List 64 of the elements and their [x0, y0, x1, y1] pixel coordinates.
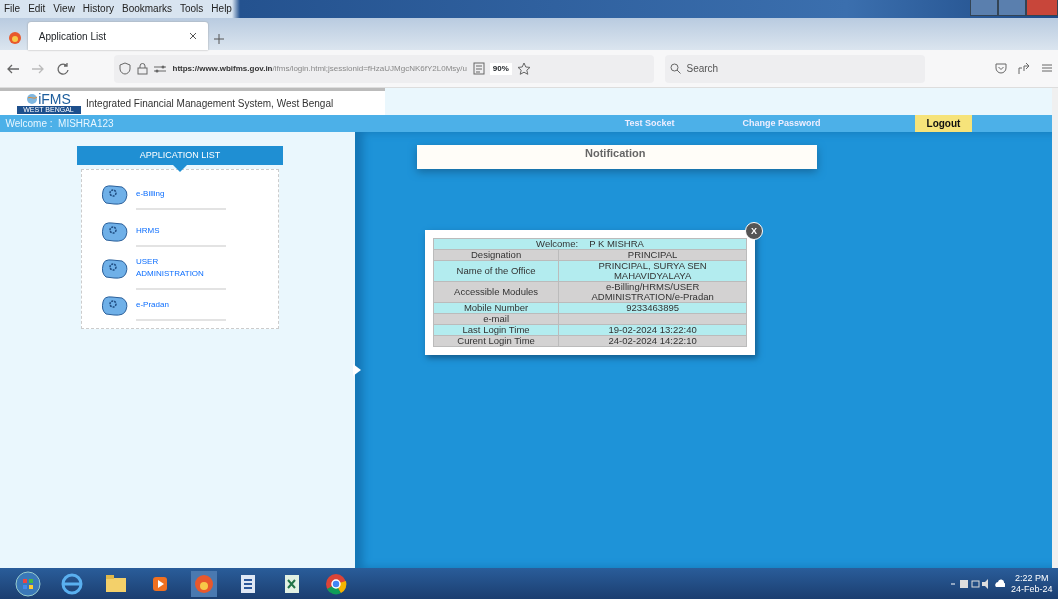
- app-link[interactable]: HRMS: [136, 216, 226, 247]
- panel-title: APPLICATION LIST: [139, 150, 221, 160]
- field-value: e-Billing/HRMS/USER ADMINISTRATION/e-Pradan: [591, 281, 714, 302]
- welcome-label: Welcome:: [536, 238, 579, 249]
- gear-icon[interactable]: [100, 256, 130, 281]
- menu-item[interactable]: Help: [207, 0, 236, 18]
- logout-button[interactable]: Logout: [914, 115, 973, 132]
- new-tab-icon[interactable]: [213, 32, 226, 45]
- site-title: Integrated Financial Management System, West Bengal: [86, 96, 334, 111]
- user-name: P K MISHRA: [589, 238, 644, 249]
- menu-item[interactable]: Tools: [176, 0, 208, 18]
- close-tab-icon[interactable]: [188, 32, 197, 40]
- permissions-icon[interactable]: [153, 63, 167, 74]
- start-button[interactable]: [14, 570, 41, 597]
- cloud-icon[interactable]: [995, 578, 1006, 589]
- reload-icon[interactable]: [55, 61, 70, 76]
- minimize-button[interactable]: [970, 0, 998, 16]
- url-text[interactable]: https://www.wbifms.gov.in/ifms/login.html;jsessionid=fHzaUJMgcNK6fY2L0Msy/u: [172, 62, 467, 75]
- browser-tab[interactable]: Application List: [27, 22, 208, 50]
- menu-item[interactable]: Bookmarks: [118, 0, 176, 18]
- zoom-level[interactable]: 90%: [490, 62, 512, 75]
- menu-item[interactable]: View: [49, 0, 79, 18]
- field-label: Accessible Modules: [454, 286, 539, 297]
- field-label: e-mail: [483, 313, 510, 324]
- app-link[interactable]: e-Pradan: [136, 290, 226, 321]
- notification-title: Notification: [585, 147, 646, 159]
- gear-icon[interactable]: [100, 219, 130, 244]
- search-icon: [670, 63, 681, 74]
- field-value: 19-02-2024 13:22:40: [608, 324, 697, 335]
- browser-logo-icon: [8, 30, 23, 45]
- menu-item[interactable]: Edit: [24, 0, 50, 18]
- globe-icon: [26, 93, 39, 105]
- clock[interactable]: 2:22 PM 24-Feb-24: [1010, 572, 1053, 595]
- back-icon[interactable]: [5, 62, 20, 75]
- field-label: Last Login Time: [462, 324, 530, 335]
- welcome-label: Welcome :: [5, 117, 53, 131]
- close-button[interactable]: X: [745, 222, 763, 240]
- tray-icons-drawing[interactable]: [949, 577, 990, 590]
- maximize-button[interactable]: [998, 0, 1026, 16]
- pocket-icon[interactable]: [994, 62, 1007, 74]
- shield-icon: [119, 62, 131, 75]
- app-link[interactable]: USER ADMINISTRATION: [136, 247, 226, 290]
- search-field[interactable]: Search: [664, 54, 925, 83]
- logo-text: iFMS: [38, 92, 71, 106]
- share-icon[interactable]: [1017, 62, 1030, 75]
- menu-item[interactable]: History: [78, 0, 118, 18]
- pointer-icon: [353, 364, 361, 376]
- username: MISHRA123: [58, 117, 114, 131]
- field-value: 9233463895: [626, 302, 679, 313]
- field-label: Curent Login Time: [457, 335, 535, 346]
- menu-item[interactable]: File: [0, 0, 25, 18]
- field-label: Designation: [471, 249, 522, 260]
- browser-logo-icon[interactable]: [190, 570, 217, 597]
- scrollbar[interactable]: [1052, 88, 1058, 568]
- lock-icon: [136, 62, 148, 75]
- field-label: Name of the Office: [456, 265, 536, 276]
- gear-icon[interactable]: [100, 182, 130, 207]
- field-value: 24-02-2024 14:22:10: [608, 335, 697, 346]
- field-value: PRINCIPAL: [627, 249, 678, 260]
- reader-view-icon[interactable]: [472, 62, 485, 75]
- app-link[interactable]: e-Billing: [136, 179, 226, 210]
- gear-icon[interactable]: [100, 293, 130, 318]
- field-label: Mobile Number: [463, 302, 529, 313]
- star-icon[interactable]: [517, 62, 532, 75]
